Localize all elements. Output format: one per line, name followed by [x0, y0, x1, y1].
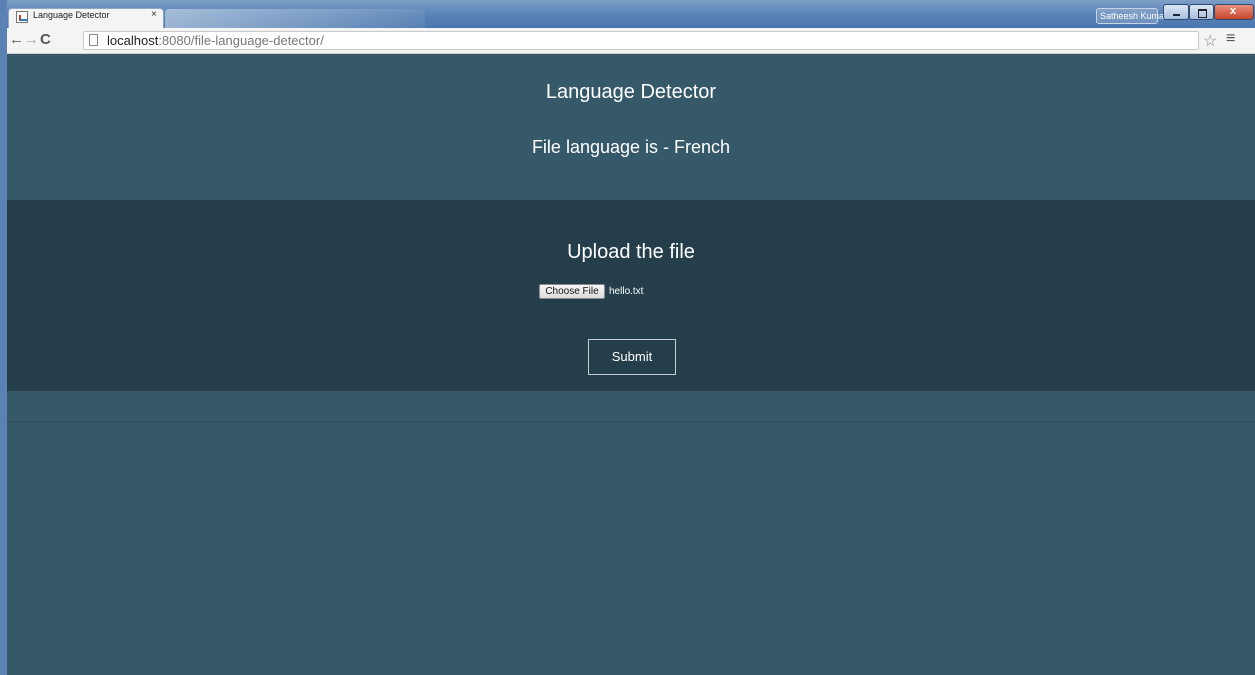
tab-title: Language Detector — [33, 10, 110, 20]
window-frame — [0, 0, 7, 675]
forward-arrow-icon[interactable]: → — [24, 31, 39, 49]
menu-icon[interactable]: ≡ — [1226, 30, 1235, 48]
tab-favicon-icon — [16, 11, 28, 23]
minimize-button[interactable] — [1163, 4, 1189, 20]
choose-file-button[interactable]: Choose File — [539, 284, 605, 299]
url-path: :8080/file-language-detector/ — [158, 33, 324, 48]
page-icon — [89, 34, 98, 46]
tab-close-icon[interactable]: × — [151, 9, 157, 20]
detection-result: File language is - French — [531, 137, 731, 157]
browser-toolbar: ← → C localhost:8080/file-language-detec… — [7, 28, 1255, 54]
bookmark-star-icon[interactable]: ☆ — [1203, 31, 1217, 51]
url-text[interactable]: localhost:8080/file-language-detector/ — [107, 33, 324, 48]
submit-button[interactable]: Submit — [588, 339, 676, 375]
new-tab-button[interactable] — [165, 9, 425, 28]
profile-name: Satheesh Kumar — [1100, 11, 1168, 21]
header-section: Language Detector File language is - Fre… — [7, 55, 1255, 200]
back-arrow-icon[interactable]: ← — [9, 31, 24, 49]
page-title: Language Detector — [545, 81, 717, 103]
upload-section: Upload the file Choose File hello.txt Su… — [7, 200, 1255, 391]
close-window-button[interactable]: x — [1214, 4, 1254, 20]
upload-title: Upload the file — [567, 241, 695, 263]
close-icon: x — [1230, 5, 1237, 17]
profile-button[interactable]: Satheesh Kumar — [1096, 8, 1167, 24]
maximize-button[interactable] — [1189, 4, 1214, 20]
page-content: Language Detector File language is - Fre… — [7, 55, 1255, 675]
reload-icon[interactable]: C — [40, 31, 51, 49]
selected-file-name: hello.txt — [609, 286, 644, 297]
url-host: localhost — [107, 33, 159, 48]
divider — [7, 421, 1255, 422]
